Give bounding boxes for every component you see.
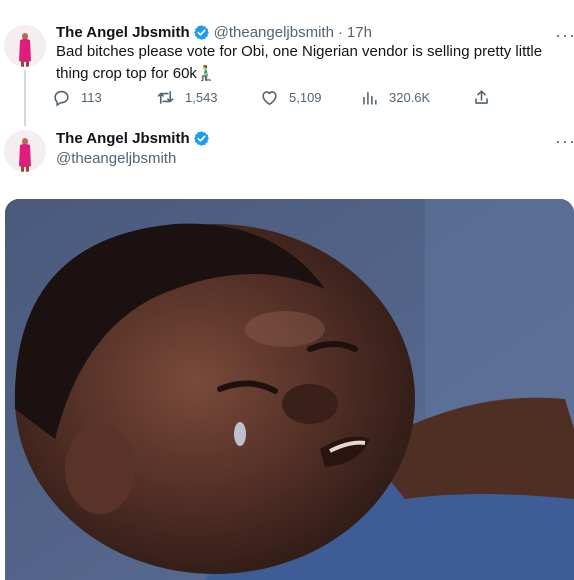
display-name[interactable]: The Angel Jbsmith xyxy=(56,24,190,41)
crying-boy-image xyxy=(5,199,574,580)
more-options-icon[interactable]: ··· xyxy=(555,26,574,44)
timestamp[interactable]: 17h xyxy=(347,24,372,41)
reply-more-options-icon[interactable]: ··· xyxy=(555,132,574,150)
reply-header: The Angel Jbsmith xyxy=(56,130,214,147)
like-button[interactable]: 5,109 xyxy=(260,88,360,107)
retweet-button[interactable]: 1,543 xyxy=(156,88,260,107)
reply-avatar[interactable] xyxy=(4,130,46,172)
share-icon xyxy=(475,90,488,104)
retweet-icon xyxy=(157,91,174,104)
verified-badge-icon xyxy=(193,25,209,40)
tweet-media-image[interactable] xyxy=(5,199,574,580)
separator-dot: · xyxy=(337,24,343,41)
like-count: 5,109 xyxy=(289,90,322,105)
avatar[interactable] xyxy=(4,25,46,67)
tweet-actions: 113 1,543 5,109 320.6K xyxy=(52,88,501,107)
reply-display-name[interactable]: The Angel Jbsmith xyxy=(56,130,190,147)
views-button[interactable]: 320.6K xyxy=(360,88,472,107)
analytics-icon xyxy=(363,91,377,105)
share-button[interactable] xyxy=(472,88,501,107)
reply-count: 113 xyxy=(81,90,102,105)
thread-connector-line xyxy=(24,70,26,126)
avatar-image xyxy=(4,25,46,67)
tweet-header: The Angel Jbsmith @theangeljbsmith · 17h xyxy=(56,24,372,41)
reply-icon xyxy=(54,90,69,107)
tweet-text: Bad bitches please vote for Obi, one Nig… xyxy=(56,43,543,82)
retweet-count: 1,543 xyxy=(185,90,218,105)
reply-handle[interactable]: @theangeljbsmith xyxy=(56,150,176,167)
views-count: 320.6K xyxy=(389,90,431,105)
verified-badge-icon xyxy=(193,131,209,146)
avatar-image xyxy=(4,130,46,172)
heart-icon xyxy=(262,91,277,106)
handle[interactable]: @theangeljbsmith xyxy=(214,24,334,41)
reply-button[interactable]: 113 xyxy=(52,88,156,107)
